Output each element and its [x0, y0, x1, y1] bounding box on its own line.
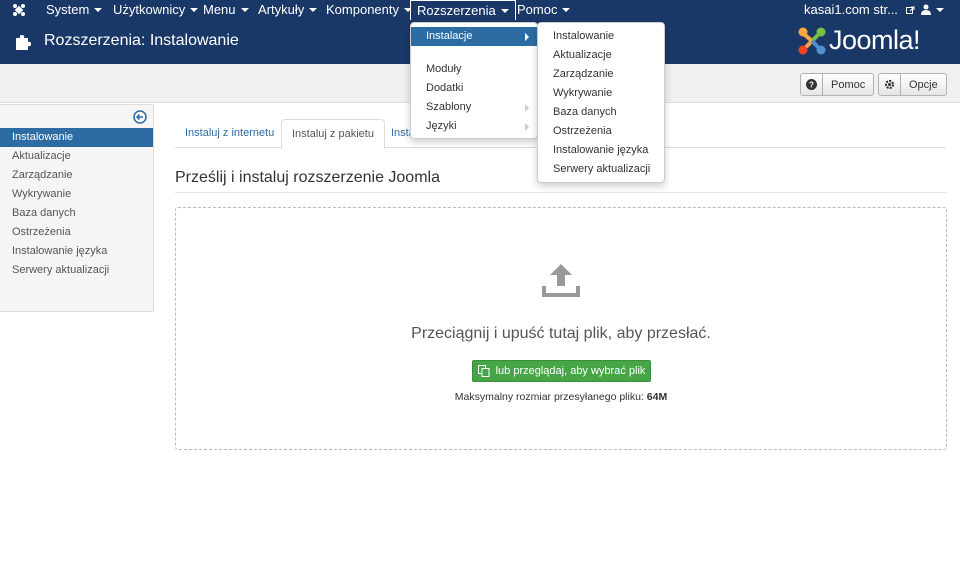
site-link[interactable]: kasai1.com str... — [804, 0, 915, 20]
sidebar-item-discover[interactable]: Wykrywanie — [0, 185, 153, 204]
top-navbar: System Użytkownicy Menu Artykuły Kompone… — [0, 0, 960, 21]
submenu-item-install-languages[interactable]: Instalowanie języka — [538, 141, 648, 160]
dropzone-text: Przeciągnij i upuść tutaj plik, aby prze… — [411, 325, 711, 342]
sidebar-item-warnings[interactable]: Ostrzeżenia — [0, 223, 153, 242]
caret-down-icon — [240, 7, 249, 12]
sidebar: Instalowanie Aktualizacje Zarządzanie Wy… — [0, 104, 154, 312]
section-title: Prześlij i instaluj rozszerzenie Joomla — [175, 169, 440, 186]
submenu-item-install[interactable]: Instalowanie — [538, 27, 614, 46]
user-icon — [921, 1, 931, 20]
collapse-sidebar-icon[interactable] — [133, 110, 147, 127]
caret-down-icon — [936, 7, 944, 12]
sidebar-item-update[interactable]: Aktualizacje — [0, 147, 153, 166]
sidebar-item-manage[interactable]: Zarządzanie — [0, 166, 153, 185]
submenu-item-database[interactable]: Baza danych — [538, 103, 617, 122]
browse-file-label: lub przeglądaj, aby wybrać plik — [495, 365, 646, 377]
caret-down-icon — [94, 7, 103, 12]
sidebar-item-install[interactable]: Instalowanie — [0, 128, 153, 147]
dropdown-item-languages[interactable]: Języki — [411, 117, 537, 136]
chevron-right-icon — [525, 33, 529, 41]
install-submenu: Instalowanie Aktualizacje Zarządzanie Wy… — [537, 22, 665, 183]
sidebar-item-update-sites[interactable]: Serwery aktualizacji — [0, 261, 153, 280]
nav-menu-articles[interactable]: Artykuły — [258, 0, 318, 20]
joomla-logo: Joomla! — [829, 25, 921, 55]
help-button-label: Pomoc — [831, 78, 866, 91]
joomla-icon[interactable] — [12, 3, 26, 17]
dropdown-item-label: Instalacje — [426, 30, 473, 42]
external-link-icon — [905, 1, 915, 20]
submenu-item-update-sites[interactable]: Serwery aktualizacji — [538, 160, 650, 179]
max-size-label: Maksymalny rozmiar przesyłanego pliku: — [454, 391, 644, 403]
options-button[interactable]: Opcje — [878, 73, 947, 96]
user-menu[interactable] — [921, 0, 944, 20]
upload-dropzone[interactable]: Przeciągnij i upuść tutaj plik, aby prze… — [175, 207, 947, 450]
gear-icon — [879, 74, 901, 95]
submenu-item-warnings[interactable]: Ostrzeżenia — [538, 122, 612, 141]
submenu-item-discover[interactable]: Wykrywanie — [538, 84, 612, 103]
options-button-label: Opcje — [909, 78, 938, 91]
nav-menu-system[interactable]: System — [46, 0, 103, 20]
upload-icon — [542, 264, 580, 301]
tab-upload-package[interactable]: Instaluj z pakietu — [281, 119, 385, 149]
nav-menu-users[interactable]: Użytkownicy — [113, 0, 199, 20]
help-button[interactable]: ? Pomoc — [800, 73, 875, 96]
nav-menu-components[interactable]: Komponenty — [326, 0, 412, 20]
max-upload-size: Maksymalny rozmiar przesyłanego pliku: 6… — [176, 391, 946, 403]
nav-menu-help[interactable]: Pomoc — [517, 0, 571, 20]
chevron-right-icon — [525, 104, 529, 112]
dropdown-item-label: Szablony — [426, 101, 472, 113]
page-title: Rozszerzenia: Instalowanie — [44, 32, 239, 49]
nav-menu-extensions[interactable]: Rozszerzenia — [410, 0, 516, 21]
max-size-value: 64M — [646, 391, 668, 403]
dropdown-item-installers[interactable]: Instalacje — [411, 27, 537, 46]
extensions-dropdown: Instalacje Moduły Dodatki Szablony Język… — [410, 22, 538, 139]
nav-menu-menu[interactable]: Menu — [203, 0, 249, 20]
caret-down-icon — [309, 7, 318, 12]
sidebar-item-database[interactable]: Baza danych — [0, 204, 153, 223]
caret-down-icon — [190, 7, 199, 12]
section-divider — [175, 192, 946, 193]
browse-file-button[interactable]: lub przeglądaj, aby wybrać plik — [472, 360, 651, 382]
dropdown-item-modules[interactable]: Moduły — [411, 60, 537, 79]
dropdown-item-plugins[interactable]: Dodatki — [411, 79, 537, 98]
svg-text:?: ? — [809, 81, 814, 90]
caret-down-icon — [500, 8, 509, 13]
tab-install-from-web[interactable]: Instaluj z internetu — [175, 119, 284, 148]
question-icon: ? — [801, 74, 823, 95]
puzzle-icon — [14, 34, 32, 53]
dropdown-item-label: Języki — [426, 120, 457, 132]
caret-down-icon — [562, 7, 571, 12]
submenu-item-manage[interactable]: Zarządzanie — [538, 65, 614, 84]
dropdown-item-templates[interactable]: Szablony — [411, 98, 537, 117]
submenu-item-update[interactable]: Aktualizacje — [538, 46, 612, 65]
chevron-right-icon — [525, 123, 529, 131]
sidebar-item-install-languages[interactable]: Instalowanie języka — [0, 242, 153, 261]
joomla-logo-icon — [797, 26, 827, 59]
copy-icon — [477, 365, 490, 377]
